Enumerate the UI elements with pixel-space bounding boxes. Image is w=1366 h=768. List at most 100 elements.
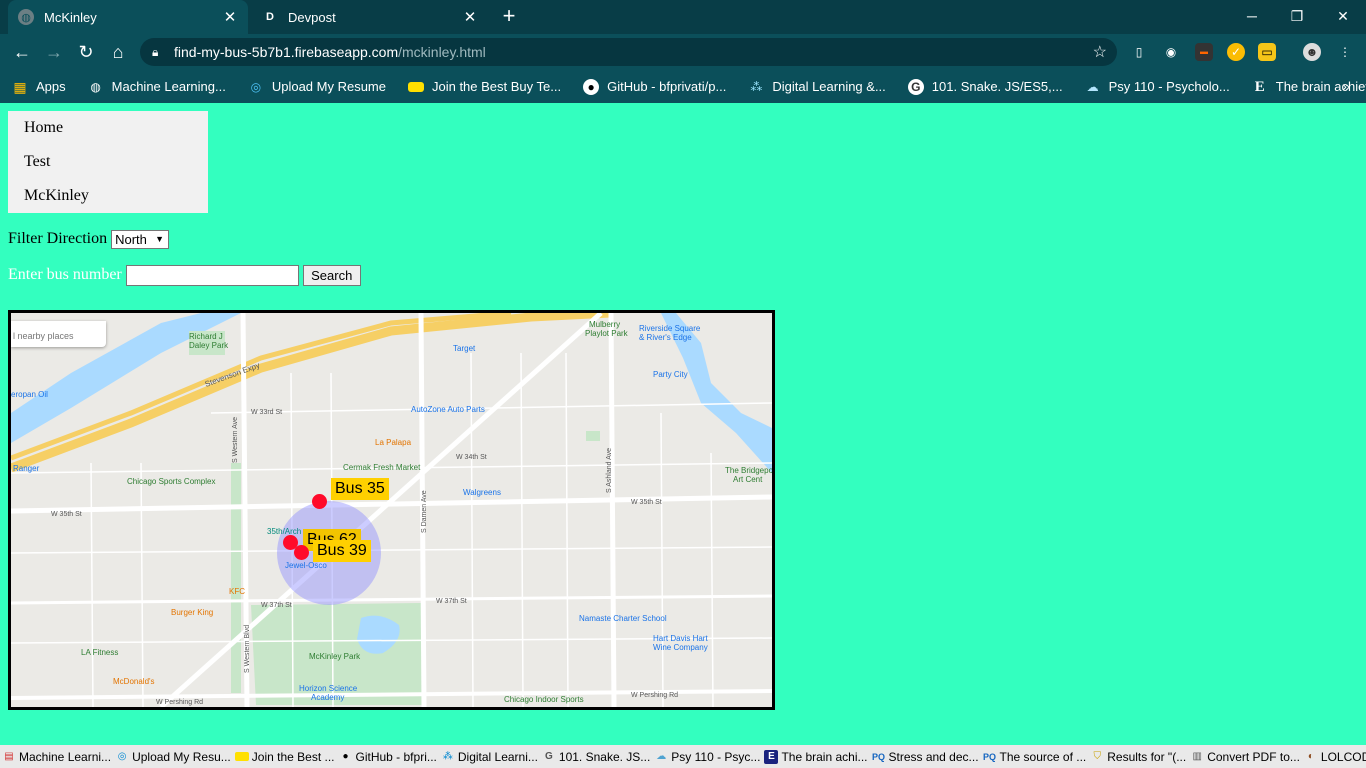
pdf-icon: ▤: [4, 750, 14, 762]
extension-icon[interactable]: ✓: [1227, 43, 1245, 61]
map-label: Namaste Charter School: [579, 614, 667, 623]
map-label: S Western Ave: [232, 417, 239, 463]
nav-menu: Home Test McKinley: [8, 111, 208, 213]
database-icon: ◎: [117, 750, 127, 762]
menu-icon[interactable]: ⋮: [1336, 43, 1354, 61]
pq-icon: PQ: [871, 751, 885, 762]
close-icon[interactable]: ✕: [462, 8, 478, 26]
document-icon: ▥: [1192, 750, 1202, 762]
map-label: Richard J: [189, 332, 223, 341]
map-label: Playlot Park: [585, 329, 629, 338]
bottom-bookmark[interactable]: ◐LOLCODE: [1304, 750, 1366, 764]
map-label: W 35th St: [51, 511, 82, 518]
bottom-bookmark[interactable]: G 101. Snake. JS...: [542, 750, 650, 764]
home-icon[interactable]: ⌂: [107, 41, 129, 63]
map-label: Ranger: [13, 464, 40, 473]
star-icon[interactable]: ☆: [1093, 42, 1107, 62]
map-label: Cermak Fresh Market: [343, 463, 421, 472]
bottom-bookmark[interactable]: ☁ Psy 110 - Psyc...: [654, 750, 760, 764]
bookmark-digital-learning[interactable]: ⁂ Digital Learning &...: [748, 79, 885, 95]
nav-test[interactable]: Test: [8, 145, 208, 179]
bookmark-psy110[interactable]: ☁ Psy 110 - Psycholo...: [1085, 79, 1230, 95]
reload-icon[interactable]: ↻: [75, 41, 97, 63]
map-label: Walgreens: [463, 488, 501, 497]
map-label: The Bridgepo: [725, 466, 772, 475]
map-label: McKinley Park: [309, 652, 361, 661]
nav-mckinley[interactable]: McKinley: [8, 179, 208, 213]
new-tab-button[interactable]: +: [498, 5, 520, 28]
nearby-places-box[interactable]: l nearby places: [11, 321, 106, 347]
bookmarks-bar: ▦ Apps ◍ Machine Learning... ◎ Upload My Re…: [0, 70, 1366, 103]
address-bar[interactable]: 🔒︎ find-my-bus-5b7b1.firebaseapp.com/mck…: [140, 38, 1117, 66]
map-label: W 35th St: [631, 499, 662, 506]
shield-icon: ⛉: [1093, 750, 1102, 762]
e-icon: E: [764, 749, 779, 764]
avatar[interactable]: ☻: [1303, 43, 1321, 61]
back-icon[interactable]: ←: [11, 41, 33, 63]
bookmark-icon[interactable]: ▯: [1130, 43, 1148, 61]
map-canvas[interactable]: Richard J Daley Park Target Riverside Sq…: [11, 313, 772, 707]
bus-marker-39[interactable]: [294, 545, 309, 560]
e-icon: E: [1254, 78, 1265, 95]
map[interactable]: Richard J Daley Park Target Riverside Sq…: [8, 310, 775, 710]
bookmark-snake[interactable]: G 101. Snake. JS/ES5,...: [907, 78, 1063, 95]
map-label: LA Fitness: [81, 648, 118, 657]
map-label: Hart Davis Hart: [653, 634, 708, 643]
filter-label: Filter Direction: [8, 230, 108, 247]
bottom-bookmark[interactable]: ◎ Upload My Resu...: [115, 750, 231, 764]
map-label: McDonald's: [113, 677, 155, 686]
bus-number-input[interactable]: [125, 264, 299, 286]
bottom-bookmark[interactable]: ▥ Convert PDF to...: [1190, 750, 1299, 764]
bookmark-machine-learning[interactable]: ◍ Machine Learning...: [88, 79, 225, 95]
camera-icon[interactable]: ◉: [1162, 43, 1180, 61]
g-icon: G: [545, 750, 553, 762]
bookmark-upload-resume[interactable]: ◎ Upload My Resume: [248, 79, 386, 95]
map-label: KFC: [229, 587, 245, 596]
restore-icon[interactable]: ❐: [1287, 6, 1307, 26]
bottom-bookmark[interactable]: PQ The source of ...: [983, 750, 1086, 764]
close-icon[interactable]: ✕: [222, 8, 238, 26]
window-close-icon[interactable]: ✕: [1333, 6, 1353, 26]
direction-select[interactable]: North ▼: [111, 229, 170, 249]
bookmark-best-buy[interactable]: Join the Best Buy Te...: [407, 79, 561, 94]
globe-icon: ◍: [90, 79, 101, 94]
map-label: W 37th St: [261, 602, 292, 609]
chevron-right-icon[interactable]: »: [1342, 78, 1350, 94]
map-label: Party City: [653, 370, 688, 379]
extension-icon[interactable]: ▬: [1195, 43, 1213, 61]
bus-label-35: Bus 35: [331, 478, 389, 500]
bottom-bookmark[interactable]: ● GitHub - bfpri...: [339, 750, 436, 764]
cloud-icon: ☁: [1086, 79, 1099, 94]
bottom-bookmarks-bar: ▤ Machine Learni... ◎ Upload My Resu... Jo…: [0, 745, 1366, 768]
bottom-bookmark[interactable]: Join the Best ...: [234, 750, 335, 764]
devpost-icon: D: [266, 11, 274, 23]
map-label: Wine Company: [653, 643, 708, 652]
pq-icon: PQ: [983, 751, 997, 762]
forward-icon[interactable]: →: [43, 41, 65, 63]
map-label: W 33rd St: [251, 409, 282, 416]
tag-icon: [234, 752, 249, 761]
bottom-bookmark[interactable]: ⁂ Digital Learni...: [441, 750, 538, 764]
nav-home[interactable]: Home: [8, 111, 208, 145]
tab-mckinley[interactable]: ◍ McKinley ✕: [8, 0, 248, 34]
tab-strip: ◍ McKinley ✕ D Devpost ✕ + ─ ❐ ✕: [0, 0, 1366, 34]
map-label: Burger King: [171, 608, 213, 617]
bottom-bookmark[interactable]: PQ Stress and dec...: [871, 750, 979, 764]
bookmark-apps[interactable]: ▦ Apps: [12, 79, 65, 95]
bookmark-github[interactable]: ● GitHub - bfprivati/p...: [583, 78, 726, 95]
bottom-bookmark[interactable]: ▤ Machine Learni...: [2, 750, 111, 764]
search-button[interactable]: Search: [302, 264, 361, 286]
browser-chrome: ◍ McKinley ✕ D Devpost ✕ + ─ ❐ ✕ ← → ↻ ⌂…: [0, 0, 1366, 103]
map-label: Mulberry: [589, 320, 620, 329]
bottom-bookmark[interactable]: E The brain achi...: [764, 749, 867, 764]
tab-devpost[interactable]: D Devpost ✕: [252, 0, 488, 34]
database-icon: ◎: [250, 79, 262, 94]
map-label: Chicago Sports Complex: [127, 477, 215, 486]
bottom-bookmark[interactable]: ⛉ Results for "(...: [1090, 750, 1187, 764]
notes-icon[interactable]: ▭: [1258, 43, 1276, 61]
minimize-icon[interactable]: ─: [1242, 6, 1262, 26]
map-label: W Pershing Rd: [631, 692, 678, 699]
bus-marker-35[interactable]: [312, 494, 327, 509]
globe-icon: ◍: [18, 9, 34, 25]
tag-icon: [407, 81, 424, 92]
